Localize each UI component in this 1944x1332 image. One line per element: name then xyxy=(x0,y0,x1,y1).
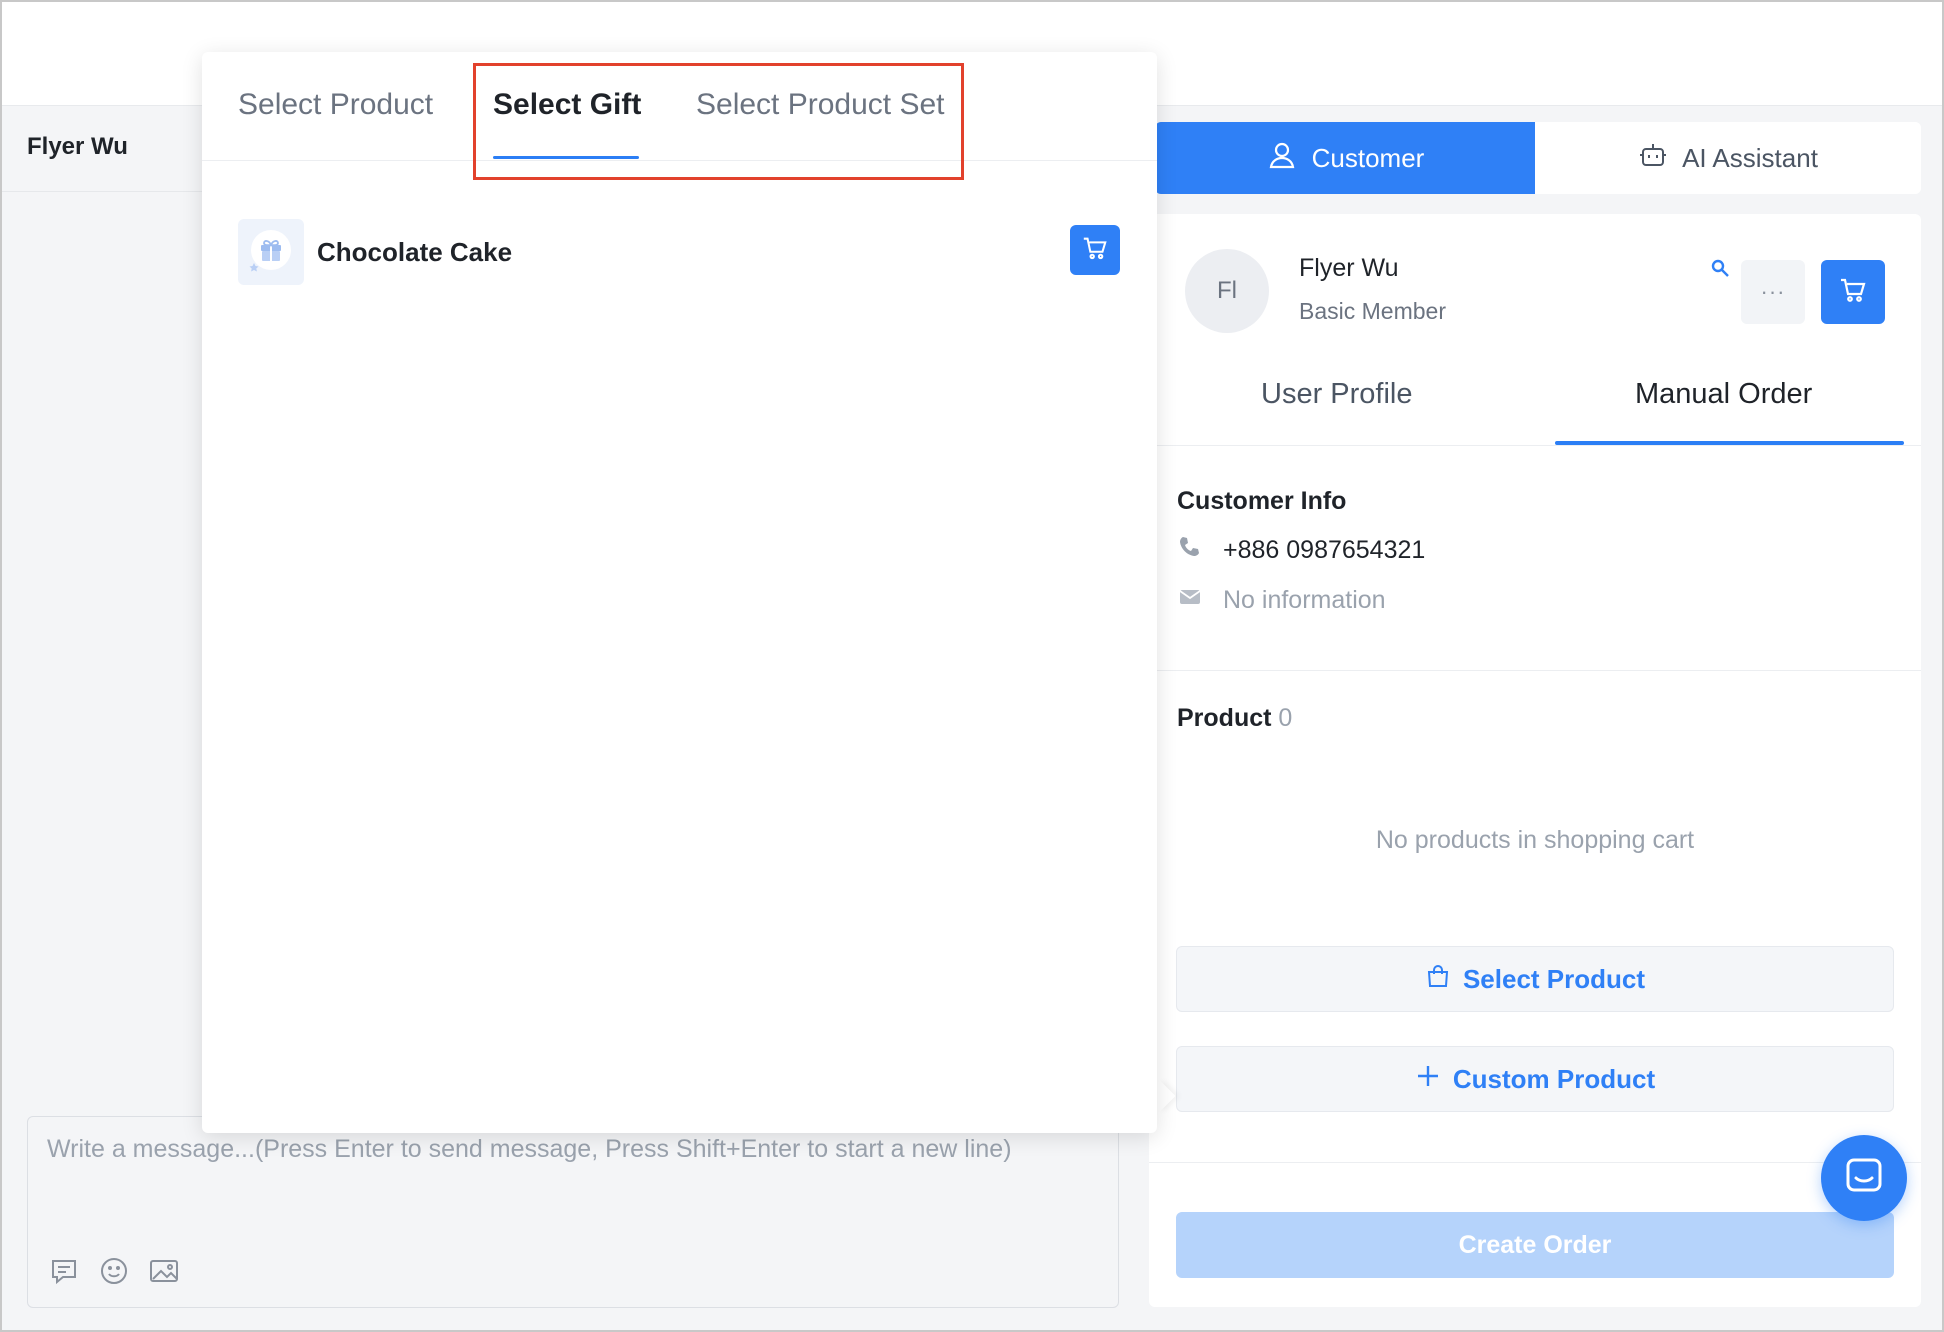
shopping-bag-icon xyxy=(1425,963,1451,996)
emoji-icon[interactable] xyxy=(98,1255,130,1287)
tab-select-product[interactable]: Select Product xyxy=(238,88,433,122)
section-divider xyxy=(1149,670,1921,671)
more-button[interactable]: ··· xyxy=(1741,260,1805,324)
avatar: Fl xyxy=(1185,249,1269,333)
cart-icon xyxy=(1081,234,1109,267)
product-title: Product xyxy=(1177,704,1272,732)
cart-button[interactable] xyxy=(1821,260,1885,324)
add-to-cart-button[interactable] xyxy=(1070,225,1120,275)
product-count: 0 xyxy=(1278,704,1293,732)
segment-ai-assistant[interactable]: AI Assistant xyxy=(1535,122,1921,194)
select-product-label: Select Product xyxy=(1462,963,1646,994)
create-order-button[interactable]: Create Order xyxy=(1176,1212,1894,1278)
select-product-button[interactable]: Select Product xyxy=(1176,946,1894,1012)
segment-customer[interactable]: Customer xyxy=(1155,122,1535,194)
composer-placeholder[interactable]: Write a message...(Press Enter to send m… xyxy=(47,1135,1012,1164)
email-value: No information xyxy=(1223,586,1386,614)
segment-ai-label: AI Assistant xyxy=(1682,142,1818,173)
app-window: Flyer Wu Write a message...(Press Enter … xyxy=(0,0,1944,1332)
tabs-divider xyxy=(1149,445,1921,446)
membership-level: Basic Member xyxy=(1299,298,1446,324)
chat-launcher-button[interactable] xyxy=(1821,1135,1907,1221)
product-picker-popover: Select Product Select Gift Select Produc… xyxy=(202,52,1157,1133)
gift-thumbnail xyxy=(238,219,304,285)
popover-tabs: Select Product Select Gift Select Produc… xyxy=(202,52,1157,161)
customer-info-title: Customer Info xyxy=(1177,487,1347,515)
active-tab-indicator xyxy=(493,156,639,159)
phone-number: +886 0987654321 xyxy=(1223,536,1426,564)
phone-icon xyxy=(1177,534,1203,567)
customer-name: Flyer Wu xyxy=(1299,254,1399,282)
tab-manual-order[interactable]: Manual Order xyxy=(1635,378,1812,411)
message-composer[interactable]: Write a message...(Press Enter to send m… xyxy=(27,1116,1119,1308)
customer-panel: Fl Flyer Wu Basic Member ··· User Profil… xyxy=(1149,214,1921,1307)
active-tab-indicator xyxy=(1555,441,1904,445)
chat-bubble-icon xyxy=(1842,1154,1886,1203)
phone-row: +886 0987654321 xyxy=(1177,534,1425,567)
tab-select-product-set[interactable]: Select Product Set xyxy=(696,88,944,122)
segment-customer-label: Customer xyxy=(1311,142,1425,173)
robot-icon xyxy=(1638,140,1668,177)
tab-user-profile[interactable]: User Profile xyxy=(1261,378,1413,411)
plus-icon xyxy=(1415,1063,1441,1096)
gift-icon xyxy=(248,227,294,278)
panel-segmented-control: Customer AI Assistant xyxy=(1155,122,1921,194)
tab-select-gift[interactable]: Select Gift xyxy=(493,88,641,122)
image-icon[interactable] xyxy=(148,1255,180,1287)
list-item: Chocolate Cake xyxy=(238,219,1121,289)
footer-divider xyxy=(1149,1162,1921,1163)
composer-toolbar xyxy=(48,1255,180,1287)
gift-name: Chocolate Cake xyxy=(317,237,513,267)
email-row: No information xyxy=(1177,584,1386,617)
cart-icon xyxy=(1838,275,1868,310)
product-section-title: Product 0 xyxy=(1177,704,1292,733)
link-customer-icon[interactable] xyxy=(1710,258,1732,285)
empty-cart-message: No products in shopping cart xyxy=(1375,826,1695,854)
quick-reply-icon[interactable] xyxy=(48,1255,80,1287)
custom-product-button[interactable]: Custom Product xyxy=(1176,1046,1894,1112)
chat-contact-name: Flyer Wu xyxy=(27,133,128,160)
custom-product-label: Custom Product xyxy=(1452,1063,1656,1094)
user-icon xyxy=(1266,139,1298,178)
mail-icon xyxy=(1177,584,1203,617)
